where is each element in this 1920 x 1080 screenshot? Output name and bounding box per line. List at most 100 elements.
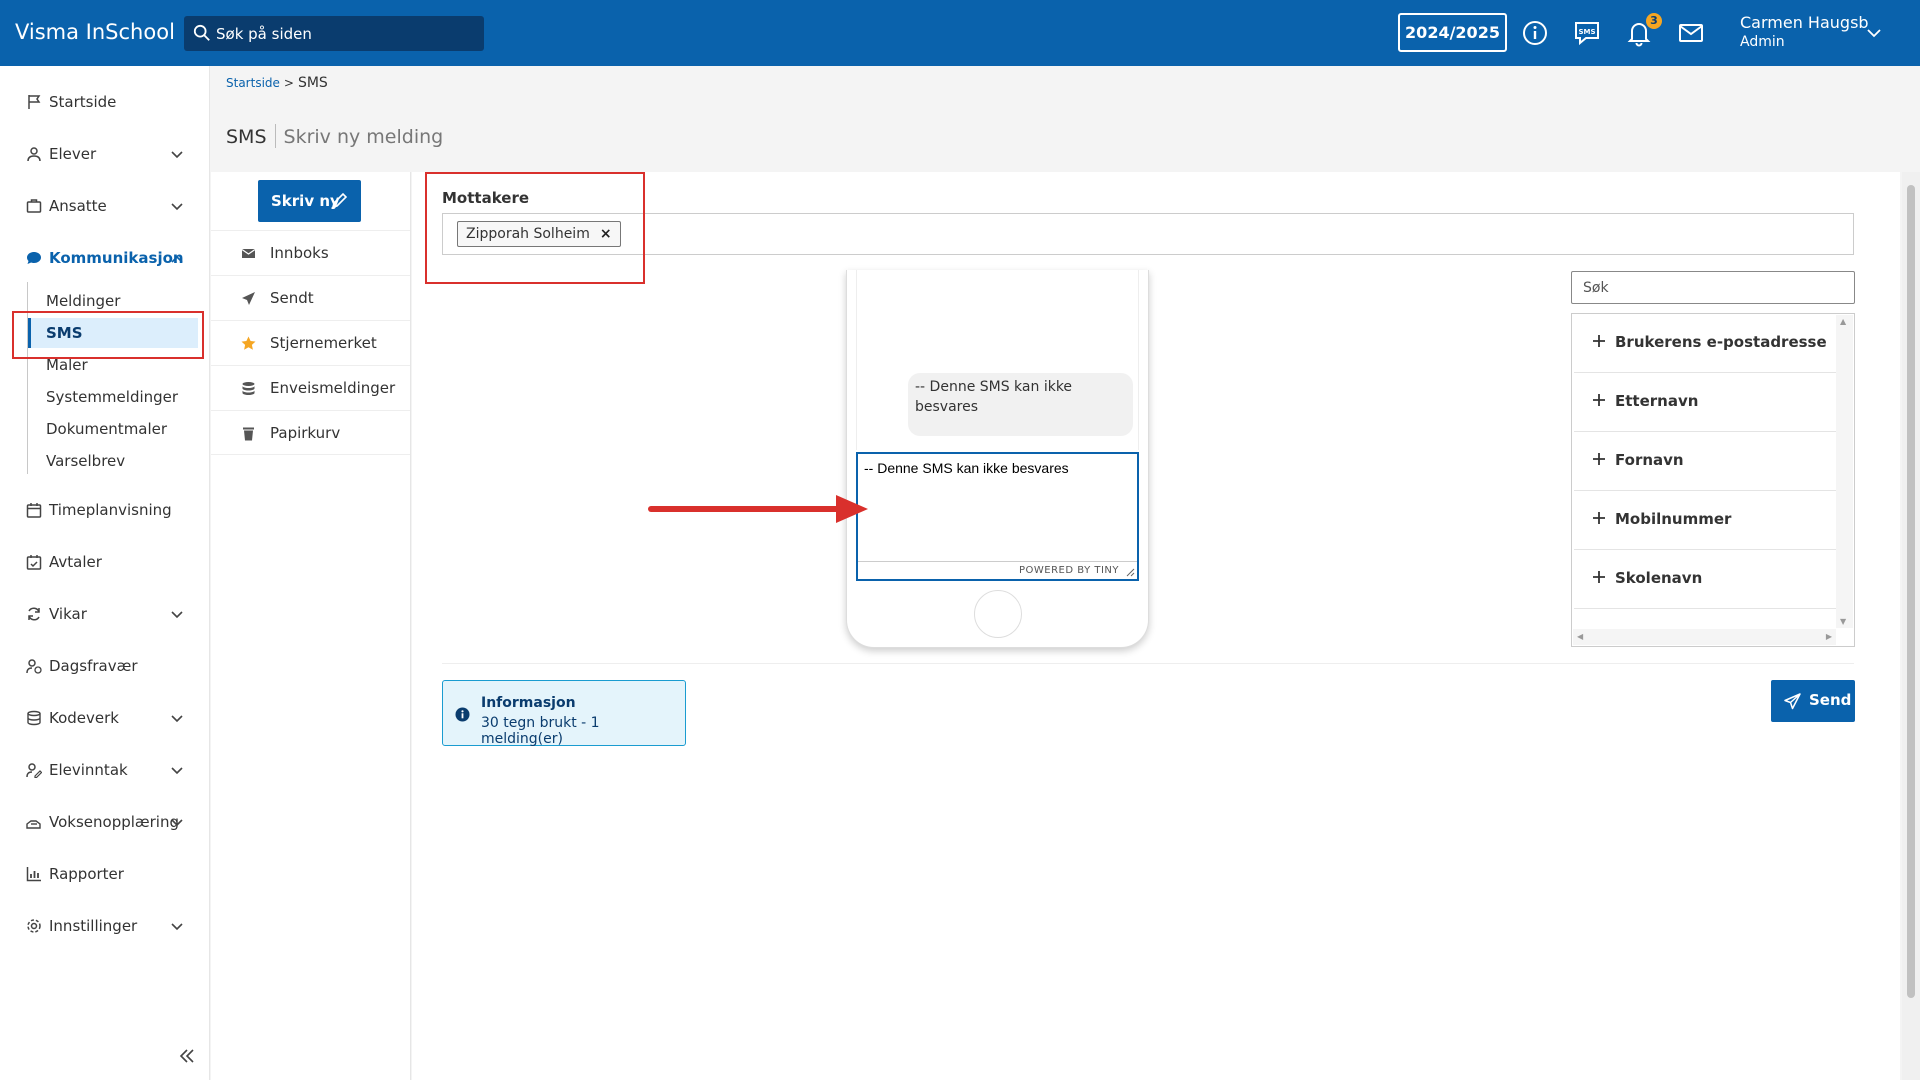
sidebar-item-label: Elevinntak — [49, 761, 128, 779]
chevron-down-icon[interactable] — [170, 148, 184, 162]
sidebar-item-vikar[interactable]: Vikar — [0, 592, 210, 636]
fields-vertical-scrollbar[interactable]: ▲ ▼ — [1836, 315, 1853, 628]
student-icon — [27, 147, 41, 162]
info-icon[interactable] — [1520, 18, 1550, 48]
chevron-down-icon[interactable] — [170, 200, 184, 214]
send-icon — [242, 292, 255, 305]
chevron-down-icon[interactable] — [1866, 25, 1882, 41]
user-role: Admin — [1740, 34, 1785, 50]
database-icon — [27, 710, 41, 726]
gear-icon — [27, 919, 41, 933]
page-subtitle: Skriv ny melding — [283, 126, 444, 148]
submenu-item-systemmeldinger[interactable]: Systemmeldinger — [28, 382, 198, 412]
mail-icon[interactable] — [1676, 18, 1706, 48]
fields-horizontal-scrollbar[interactable]: ◀ ▶ — [1573, 629, 1836, 645]
sidebar-item-elevinntak[interactable]: Elevinntak — [0, 748, 210, 792]
scroll-left-arrow-icon[interactable]: ◀ — [1577, 632, 1583, 641]
sidebar-item-avtaler[interactable]: Avtaler — [0, 540, 210, 584]
sms-text-editor[interactable]: -- Denne SMS kan ikke besvares POWERED B… — [856, 452, 1139, 581]
breadcrumb-home-link[interactable]: Startside — [226, 76, 280, 90]
star-icon — [241, 336, 256, 350]
chat-icon — [27, 252, 41, 264]
sidebar-item-startside[interactable]: Startside — [0, 80, 210, 124]
merge-field-label: Fornavn — [1615, 451, 1684, 469]
site-search[interactable]: Søk på siden — [184, 16, 484, 51]
site-search-placeholder: Søk på siden — [216, 25, 312, 43]
merge-field-item[interactable]: Skolenavn — [1574, 551, 1836, 609]
submenu-item-varselbrev[interactable]: Varselbrev — [28, 446, 198, 476]
submenu-item-label: Systemmeldinger — [46, 388, 179, 406]
sms-editor-text[interactable]: -- Denne SMS kan ikke besvares — [864, 460, 1069, 476]
write-new-button[interactable]: Skriv ny — [258, 180, 361, 222]
plus-icon — [1593, 453, 1605, 465]
sidebar-item-label: Dagsfravær — [49, 657, 138, 675]
scroll-right-arrow-icon[interactable]: ▶ — [1826, 632, 1832, 641]
chart-icon — [26, 867, 41, 882]
sidebar-item-kommunikasjon[interactable]: Kommunikasjon — [0, 236, 210, 280]
field-search-textbox[interactable] — [1572, 272, 1854, 303]
sidebar-item-elever[interactable]: Elever — [0, 132, 210, 176]
resize-grip-icon[interactable] — [1125, 567, 1135, 577]
submenu-item-dokumentmaler[interactable]: Dokumentmaler — [28, 414, 198, 444]
school-year-selector[interactable]: 2024/2025 — [1398, 13, 1507, 52]
plus-icon — [1593, 394, 1605, 406]
page-scrollbar[interactable] — [1902, 172, 1920, 1080]
chevron-down-icon[interactable] — [170, 712, 184, 726]
trash-icon — [243, 427, 254, 441]
folder-label: Papirkurv — [270, 424, 341, 442]
sidebar-item-innstillinger[interactable]: Innstillinger — [0, 904, 210, 948]
scroll-up-arrow-icon[interactable]: ▲ — [1840, 317, 1846, 326]
annotation-highlight-sms-menu — [12, 311, 204, 359]
merge-field-item[interactable]: Brukerens e-postadresse — [1574, 315, 1836, 373]
sidebar-item-label: Innstillinger — [49, 917, 138, 935]
merge-field-item[interactable]: Fornavn — [1574, 433, 1836, 491]
sidebar-item-dagsfravaer[interactable]: Dagsfravær — [0, 644, 210, 688]
user-edit-icon — [26, 763, 42, 778]
sidebar-item-label: Kodeverk — [49, 709, 119, 727]
sidebar-item-label: Kommunikasjon — [49, 249, 184, 267]
merge-field-item[interactable]: Etternavn — [1574, 374, 1836, 432]
phone-home-button — [974, 590, 1022, 638]
calendar-icon — [26, 503, 42, 518]
folder-enveismeldinger[interactable]: Enveismeldinger — [211, 365, 410, 410]
field-search-input[interactable] — [1571, 271, 1855, 304]
scroll-down-arrow-icon[interactable]: ▼ — [1840, 617, 1846, 626]
merge-field-label: Etternavn — [1615, 392, 1699, 410]
info-icon — [455, 707, 470, 722]
app-brand[interactable]: Visma InSchool — [15, 20, 175, 44]
page-title-main: SMS — [226, 126, 267, 148]
chevron-down-icon[interactable] — [170, 816, 184, 830]
double-chevron-left-icon[interactable] — [178, 1047, 196, 1065]
folder-stjernemerket[interactable]: Stjernemerket — [211, 320, 410, 365]
user-name[interactable]: Carmen Haugsb — [1740, 13, 1869, 32]
merge-field-label: Mobilnummer — [1615, 510, 1732, 528]
info-text: 30 tegn brukt - 1 melding(er) — [481, 715, 600, 747]
folder-innboks[interactable]: Innboks — [211, 230, 410, 275]
sms-preview-bubble: -- Denne SMS kan ikke besvares — [908, 373, 1133, 436]
envelope-icon — [241, 249, 256, 258]
sms-icon[interactable]: SMS — [1572, 18, 1602, 48]
annotation-arrow — [648, 495, 868, 523]
editor-statusbar[interactable]: POWERED BY TINY — [858, 561, 1137, 579]
page-scrollbar-thumb[interactable] — [1907, 185, 1915, 998]
sidebar-item-timeplanvisning[interactable]: Timeplanvisning — [0, 488, 210, 532]
sidebar-item-voksenopplaering[interactable]: Voksenopplæring — [0, 800, 210, 844]
sidebar-item-rapporter[interactable]: Rapporter — [0, 852, 210, 896]
send-button[interactable]: Send — [1771, 680, 1855, 722]
folder-sendt[interactable]: Sendt — [211, 275, 410, 320]
staff-icon — [26, 199, 42, 213]
merge-field-item[interactable]: Mobilnummer — [1574, 492, 1836, 550]
chevron-up-icon[interactable] — [170, 252, 184, 266]
sidebar-item-label: Rapporter — [49, 865, 124, 883]
svg-text:SMS: SMS — [1578, 28, 1595, 36]
chevron-down-icon[interactable] — [170, 920, 184, 934]
folder-papirkurv[interactable]: Papirkurv — [211, 410, 410, 455]
sidebar-item-ansatte[interactable]: Ansatte — [0, 184, 210, 228]
recipients-input[interactable] — [442, 213, 1854, 255]
chevron-down-icon[interactable] — [170, 764, 184, 778]
search-icon — [193, 24, 210, 41]
hand-icon — [26, 820, 41, 829]
sidebar-item-kodeverk[interactable]: Kodeverk — [0, 696, 210, 740]
send-icon — [1784, 693, 1801, 710]
chevron-down-icon[interactable] — [170, 608, 184, 622]
